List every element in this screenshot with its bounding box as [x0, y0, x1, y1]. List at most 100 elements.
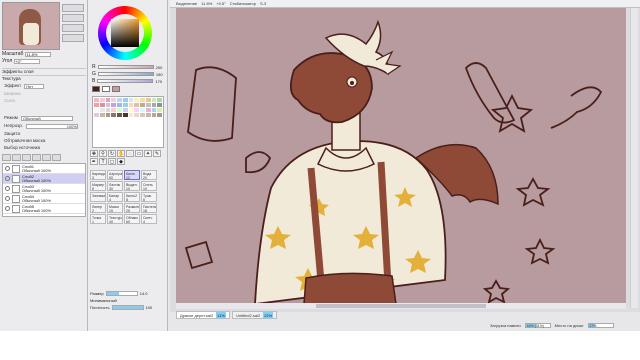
color-swatch[interactable]	[128, 113, 134, 117]
color-swatch[interactable]	[111, 98, 116, 102]
color-swatch[interactable]	[157, 103, 162, 107]
color-swatch[interactable]	[128, 108, 134, 112]
color-swatch[interactable]	[94, 108, 99, 112]
color-swatch[interactable]	[99, 108, 105, 112]
pen-tool-icon[interactable]: ✒	[90, 158, 98, 165]
brush-preset[interactable]: Кисть 12	[124, 170, 140, 180]
layer-row[interactable]: Слой1 Обычный 100%	[3, 164, 85, 174]
brush-preset[interactable]: Скетч 4	[141, 214, 157, 224]
drawing-canvas[interactable]	[176, 8, 626, 304]
brush-preset[interactable]: Ластик 30	[107, 181, 123, 191]
vertical-scrollbar[interactable]	[630, 8, 638, 308]
brush-preset[interactable]: Маркер 5	[90, 181, 106, 191]
color-swatch[interactable]	[99, 103, 105, 107]
rotate-right-button[interactable]	[62, 34, 84, 42]
color-swatch[interactable]	[105, 108, 111, 112]
layer-row[interactable]: Слой2 Обычный 100%	[3, 174, 85, 184]
color-swatch[interactable]	[134, 108, 139, 112]
brush-size-slider[interactable]	[105, 291, 138, 296]
visibility-eye-icon[interactable]	[5, 186, 10, 191]
color-swatch[interactable]	[111, 103, 116, 107]
color-swatch[interactable]	[145, 98, 151, 102]
color-swatch[interactable]	[140, 98, 145, 102]
effect-select[interactable]: Нет	[24, 83, 45, 89]
selection-toggle[interactable]: Выделение	[176, 1, 197, 6]
brush-preset[interactable]: Аэрограф50	[107, 170, 123, 180]
bucket-tool-icon[interactable]: ◆	[117, 158, 125, 165]
color-swatch[interactable]	[145, 113, 151, 117]
rotate-left-button[interactable]	[62, 24, 84, 32]
brush-preset[interactable]: Точка 1	[90, 214, 106, 224]
brush-preset[interactable]: Тушь 6	[141, 192, 157, 202]
saturation-value-square[interactable]	[111, 19, 139, 47]
color-swatch[interactable]	[105, 113, 111, 117]
color-slider[interactable]: R 200	[92, 64, 164, 70]
shape-tool-icon[interactable]: ◻	[108, 158, 116, 165]
zoom-in-button[interactable]	[62, 4, 84, 12]
secondary-color-chip[interactable]	[102, 86, 110, 92]
color-swatch[interactable]	[134, 103, 139, 107]
brush-preset[interactable]: Текстура 40	[107, 214, 123, 224]
visibility-eye-icon[interactable]	[5, 176, 10, 181]
color-swatch[interactable]	[94, 98, 99, 102]
color-swatch[interactable]	[105, 103, 111, 107]
brush-density-slider[interactable]	[111, 305, 144, 310]
merge-layer-button[interactable]	[32, 154, 41, 161]
color-swatch[interactable]	[140, 108, 145, 112]
color-swatch[interactable]	[99, 113, 105, 117]
section-effects[interactable]: Эффекты слоя	[2, 68, 86, 74]
copy-layer-button[interactable]	[22, 154, 31, 161]
section-texture[interactable]: Текстура	[2, 75, 86, 81]
color-swatch[interactable]	[157, 113, 162, 117]
color-swatch[interactable]	[145, 103, 151, 107]
color-swatch[interactable]	[151, 98, 157, 102]
color-wheel[interactable]	[98, 6, 152, 60]
color-swatch[interactable]	[128, 103, 134, 107]
color-swatch[interactable]	[122, 103, 128, 107]
color-swatch[interactable]	[117, 108, 122, 112]
brush-preset[interactable]: Выдел. 10	[124, 181, 140, 191]
move-tool-icon[interactable]: ✥	[90, 150, 98, 157]
document-tab[interactable]: Дракон дерет.sai2 11%	[176, 311, 230, 319]
scroll-thumb[interactable]	[316, 304, 486, 308]
layer-row[interactable]: Слой3 Обычный 100%	[3, 184, 85, 194]
slider-track[interactable]	[97, 79, 154, 83]
color-swatch[interactable]	[134, 113, 139, 117]
color-swatch[interactable]	[105, 98, 111, 102]
stabilizer-select[interactable]: S-3	[260, 1, 266, 6]
color-swatch[interactable]	[117, 98, 122, 102]
slider-track[interactable]	[97, 72, 154, 76]
visibility-eye-icon[interactable]	[5, 166, 10, 171]
clip-row[interactable]: Обтравочная маска	[4, 138, 86, 144]
layer-row[interactable]: Слой4 Обычный 100%	[3, 194, 85, 204]
brush-preset[interactable]: Пастель 18	[141, 203, 157, 213]
visibility-eye-icon[interactable]	[5, 196, 10, 201]
color-swatch[interactable]	[99, 98, 105, 102]
opacity-slider[interactable]: 100%	[25, 123, 78, 129]
color-swatch[interactable]	[140, 113, 145, 117]
brush-preset[interactable]: Линер 2	[90, 203, 106, 213]
brush-preset[interactable]: Мазок 15	[107, 203, 123, 213]
brush-preset[interactable]: Карандаш3	[90, 170, 106, 180]
text-tool-icon[interactable]: T	[99, 158, 107, 165]
primary-color-chip[interactable]	[92, 86, 100, 92]
color-swatch[interactable]	[157, 98, 162, 102]
select-tool-icon[interactable]: ▭	[135, 150, 143, 157]
brush-preset[interactable]: Снять 10	[141, 181, 157, 191]
color-slider[interactable]: B 170	[92, 78, 164, 84]
new-folder-button[interactable]	[12, 154, 21, 161]
color-swatch[interactable]	[151, 113, 157, 117]
zoom-out-button[interactable]	[62, 14, 84, 22]
brush-preset[interactable]: Кисть2 8	[124, 192, 140, 202]
color-swatch[interactable]	[111, 108, 116, 112]
color-swatch[interactable]	[134, 98, 139, 102]
select-source-row[interactable]: Выбор источника	[4, 145, 86, 151]
zoom-readout[interactable]: 11.8%	[201, 1, 212, 6]
recent-color-chip[interactable]	[112, 86, 120, 92]
color-swatch[interactable]	[94, 103, 99, 107]
color-swatch[interactable]	[122, 113, 128, 117]
new-layer-button[interactable]	[2, 154, 11, 161]
color-swatch[interactable]	[140, 103, 145, 107]
color-swatch[interactable]	[151, 108, 157, 112]
wand-tool-icon[interactable]: ✦	[144, 150, 152, 157]
